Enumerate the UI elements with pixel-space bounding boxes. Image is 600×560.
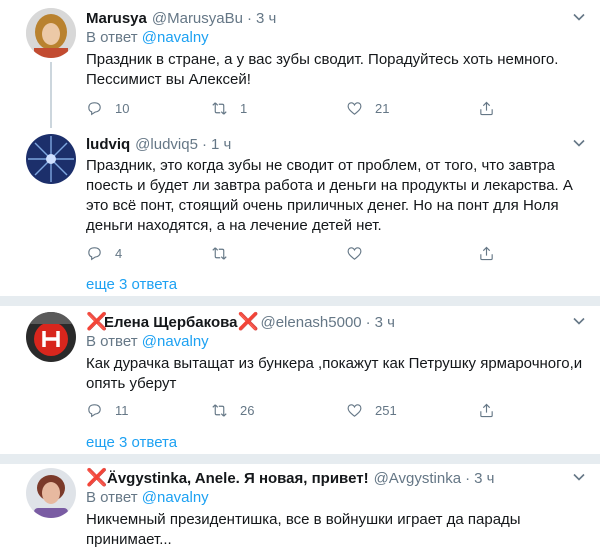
share-button[interactable]	[478, 402, 495, 419]
chevron-down-icon[interactable]	[572, 10, 586, 24]
thread-divider	[0, 454, 600, 464]
reply-label: В ответ	[86, 29, 138, 46]
tweet-header: Marusya @MarusyaBu · 3 ч	[86, 8, 590, 28]
tweet-avgystinka[interactable]: ❌ Ävgystinka, Anele. Я новая, привет! @A…	[0, 464, 600, 560]
tweet-actions: 11 26 251	[86, 400, 495, 420]
author-name[interactable]: Елена Щербакова	[104, 314, 237, 331]
tweet-header: ❌ Елена Щербакова ❌ @elenash5000 · 3 ч	[86, 312, 590, 332]
retweet-count: 26	[240, 402, 255, 418]
reply-button[interactable]: 11	[86, 402, 211, 419]
tweet-text: Праздник, это когда зубы не сводит от пр…	[86, 157, 573, 234]
tweet-thread: Marusya @MarusyaBu · 3 ч В ответ @navaln…	[0, 0, 600, 560]
retweet-icon	[212, 246, 227, 260]
timestamp[interactable]: 1 ч	[211, 136, 231, 153]
retweet-count: 1	[240, 100, 248, 116]
tweet-text: Праздник в стране, а у вас зубы сводит. …	[86, 51, 559, 88]
tweet-body: ❌ Ävgystinka, Anele. Я новая, привет! @A…	[86, 468, 590, 550]
like-button[interactable]: 21	[346, 100, 478, 117]
tweet-body: ludviq @ludviq5 · 1 ч Праздник, это когд…	[86, 134, 590, 236]
timestamp[interactable]: 3 ч	[256, 10, 276, 27]
avatar[interactable]	[26, 468, 76, 518]
reply-icon	[88, 101, 101, 115]
chevron-down-icon[interactable]	[572, 470, 586, 484]
avatar-image	[26, 468, 76, 518]
reply-count: 11	[115, 402, 129, 418]
reply-label: В ответ	[86, 489, 138, 506]
avatar[interactable]	[26, 134, 76, 184]
reply-context: В ответ @navalny	[86, 28, 590, 48]
heart-icon	[347, 101, 362, 115]
like-count: 251	[375, 402, 397, 418]
share-icon	[480, 403, 493, 417]
tweet-text: Никчемный президентишка, все в войнушки …	[86, 511, 521, 548]
share-button[interactable]	[478, 100, 495, 117]
show-more-replies-link[interactable]: еще 3 ответа	[86, 433, 177, 453]
author-name[interactable]: ludviq	[86, 136, 130, 153]
retweet-button[interactable]: 1	[211, 100, 346, 117]
reply-mention-link[interactable]: @navalny	[142, 333, 209, 350]
tweet-actions: 10 1 21	[86, 98, 495, 118]
retweet-button[interactable]: 26	[211, 402, 346, 419]
tweet-marusya[interactable]: Marusya @MarusyaBu · 3 ч В ответ @navaln…	[0, 0, 600, 128]
like-count: 21	[375, 100, 390, 116]
chevron-down-icon[interactable]	[572, 136, 586, 150]
separator-dot: ·	[465, 469, 471, 487]
author-handle[interactable]: @elenash5000	[260, 314, 361, 331]
cross-mark-icon: ❌	[237, 312, 259, 331]
author-name[interactable]: Ävgystinka, Anele. Я новая, привет!	[107, 470, 369, 487]
separator-dot: ·	[201, 135, 207, 153]
tweet-elena[interactable]: ❌ Елена Щербакова ❌ @elenash5000 · 3 ч В…	[0, 306, 600, 456]
timestamp[interactable]: 3 ч	[474, 470, 494, 487]
cross-mark-icon: ❌	[86, 468, 108, 487]
like-button[interactable]: 251	[346, 402, 478, 419]
tweet-header: ludviq @ludviq5 · 1 ч	[86, 134, 590, 154]
share-button[interactable]	[478, 245, 495, 262]
reply-icon	[88, 246, 101, 260]
cross-mark-icon: ❌	[86, 312, 108, 331]
reply-count: 4	[115, 245, 123, 261]
avatar[interactable]	[26, 8, 76, 58]
reply-context: В ответ @navalny	[86, 488, 590, 508]
reply-icon	[88, 403, 101, 417]
tweet-body: Marusya @MarusyaBu · 3 ч В ответ @navaln…	[86, 8, 590, 90]
avatar-image	[26, 134, 76, 184]
share-icon	[480, 101, 493, 115]
tweet-body: ❌ Елена Щербакова ❌ @elenash5000 · 3 ч В…	[86, 312, 590, 394]
avatar-image	[26, 312, 76, 362]
avatar-image	[26, 8, 76, 58]
author-handle[interactable]: @ludviq5	[135, 136, 198, 153]
separator-dot: ·	[365, 313, 371, 331]
retweet-icon	[212, 403, 227, 417]
reply-context: В ответ @navalny	[86, 332, 590, 352]
thread-divider	[0, 296, 600, 306]
reply-mention-link[interactable]: @navalny	[142, 29, 209, 46]
like-button[interactable]	[346, 245, 478, 262]
show-more-replies-link[interactable]: еще 3 ответа	[86, 275, 177, 295]
tweet-text: Как дурачка вытащат из бункера ,покажут …	[86, 355, 583, 392]
retweet-button[interactable]	[211, 245, 346, 262]
reply-button[interactable]: 10	[86, 100, 211, 117]
heart-icon	[347, 403, 362, 417]
author-name[interactable]: Marusya	[86, 10, 147, 27]
author-handle[interactable]: @Avgystinka	[374, 470, 462, 487]
reply-count: 10	[115, 100, 130, 116]
tweet-ludviq[interactable]: ludviq @ludviq5 · 1 ч Праздник, это когд…	[0, 130, 600, 298]
chevron-down-icon[interactable]	[572, 314, 586, 328]
reply-mention-link[interactable]: @navalny	[142, 489, 209, 506]
retweet-icon	[212, 101, 227, 115]
heart-icon	[347, 246, 362, 260]
reply-button[interactable]: 4	[86, 245, 211, 262]
avatar[interactable]	[26, 312, 76, 362]
thread-connector	[50, 62, 52, 128]
separator-dot: ·	[246, 9, 252, 27]
timestamp[interactable]: 3 ч	[375, 314, 395, 331]
tweet-header: ❌ Ävgystinka, Anele. Я новая, привет! @A…	[86, 468, 590, 488]
reply-label: В ответ	[86, 333, 138, 350]
tweet-actions: 4	[86, 243, 495, 263]
author-handle[interactable]: @MarusyaBu	[152, 10, 243, 27]
share-icon	[480, 246, 493, 260]
